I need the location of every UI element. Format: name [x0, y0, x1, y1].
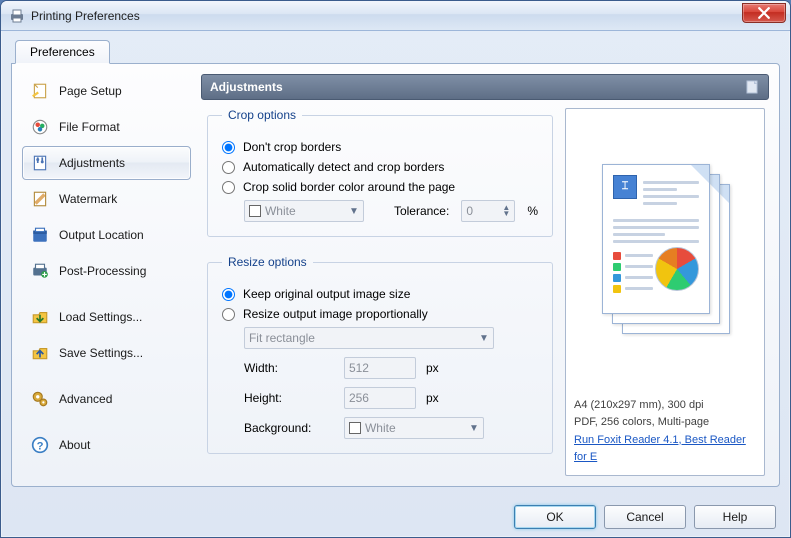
dialog-footer: OK Cancel Help — [1, 497, 790, 537]
tab-label: Preferences — [30, 45, 95, 59]
sidebar-item-watermark[interactable]: Watermark — [22, 182, 191, 216]
ok-label: OK — [546, 510, 563, 524]
sidebar-item-label: Watermark — [59, 192, 117, 206]
sidebar-item-label: About — [59, 438, 90, 452]
tolerance-value: 0 — [466, 204, 473, 218]
window-frame: Printing Preferences Preferences Page Se… — [0, 0, 791, 538]
content-header: Adjustments — [201, 74, 769, 100]
sidebar-item-about[interactable]: ? About — [22, 428, 191, 462]
preview-image: ⌶ — [574, 119, 756, 389]
window-title: Printing Preferences — [31, 9, 140, 23]
crop-options-group: Crop options Don't crop borders Automati… — [207, 108, 553, 237]
resize-legend: Resize options — [222, 255, 313, 269]
width-input[interactable]: 512 — [344, 357, 416, 379]
fit-mode-value: Fit rectangle — [249, 331, 315, 345]
sidebar-item-adjustments[interactable]: Adjustments — [22, 146, 191, 180]
resize-options-group: Resize options Keep original output imag… — [207, 255, 553, 454]
width-value: 512 — [349, 361, 369, 375]
preview-format-info: PDF, 256 colors, Multi-page — [574, 414, 756, 432]
titlebar: Printing Preferences — [1, 1, 790, 31]
sidebar-item-label: Advanced — [59, 392, 112, 406]
sidebar-item-load-settings[interactable]: Load Settings... — [22, 300, 191, 334]
sidebar: Page Setup File Format Adjustments Water… — [22, 74, 191, 476]
cancel-button[interactable]: Cancel — [604, 505, 686, 529]
radio-auto-crop[interactable] — [222, 161, 235, 174]
pie-chart-icon — [655, 247, 699, 291]
chevron-down-icon: ▼ — [349, 206, 359, 217]
preview-app-link[interactable]: Run Foxit Reader 4.1, Best Reader for E — [574, 434, 746, 464]
page-setup-icon — [31, 82, 49, 100]
watermark-icon — [31, 190, 49, 208]
logo-icon: ⌶ — [613, 175, 637, 199]
sidebar-item-label: File Format — [59, 120, 120, 134]
sidebar-item-output-location[interactable]: Output Location — [22, 218, 191, 252]
height-unit: px — [426, 391, 439, 405]
crop-color-value: White — [265, 204, 296, 218]
content-title: Adjustments — [210, 80, 283, 94]
radio-solid-crop-label: Crop solid border color around the page — [243, 180, 455, 194]
content-area: Adjustments Crop options Don't crop bord… — [201, 74, 769, 476]
tolerance-label: Tolerance: — [394, 204, 449, 218]
ok-button[interactable]: OK — [514, 505, 596, 529]
preview-paper-info: A4 (210x297 mm), 300 dpi — [574, 397, 756, 415]
chevron-down-icon: ▼ — [479, 333, 489, 344]
sidebar-item-file-format[interactable]: File Format — [22, 110, 191, 144]
spin-buttons-icon: ▲▼ — [502, 205, 510, 217]
preview-box: ⌶ — [565, 108, 765, 476]
chevron-down-icon: ▼ — [469, 423, 479, 434]
sidebar-item-label: Post-Processing — [59, 264, 146, 278]
sidebar-item-label: Save Settings... — [59, 346, 143, 360]
page-icon — [744, 79, 760, 95]
width-label: Width: — [244, 361, 334, 375]
height-label: Height: — [244, 391, 334, 405]
advanced-icon — [31, 390, 49, 408]
radio-resize-prop-label: Resize output image proportionally — [243, 307, 428, 321]
radio-resize-prop[interactable] — [222, 308, 235, 321]
tab-strip: Preferences — [11, 39, 780, 63]
crop-legend: Crop options — [222, 108, 302, 122]
radio-keep-size-label: Keep original output image size — [243, 287, 410, 301]
save-settings-icon — [31, 344, 49, 362]
radio-no-crop[interactable] — [222, 141, 235, 154]
height-input[interactable]: 256 — [344, 387, 416, 409]
tolerance-spin[interactable]: 0 ▲▼ — [461, 200, 515, 222]
adjustments-icon — [31, 154, 49, 172]
radio-auto-crop-label: Automatically detect and crop borders — [243, 160, 444, 174]
radio-solid-crop[interactable] — [222, 181, 235, 194]
fit-mode-combo[interactable]: Fit rectangle ▼ — [244, 327, 494, 349]
radio-no-crop-label: Don't crop borders — [243, 140, 341, 154]
sidebar-item-page-setup[interactable]: Page Setup — [22, 74, 191, 108]
help-label: Help — [723, 510, 748, 524]
sidebar-item-label: Page Setup — [59, 84, 122, 98]
background-value: White — [365, 421, 396, 435]
cancel-label: Cancel — [626, 510, 663, 524]
sidebar-item-label: Adjustments — [59, 156, 125, 170]
preview-column: ⌶ — [565, 108, 765, 476]
sidebar-item-label: Output Location — [59, 228, 144, 242]
help-button[interactable]: Help — [694, 505, 776, 529]
sidebar-item-advanced[interactable]: Advanced — [22, 382, 191, 416]
svg-text:?: ? — [37, 441, 44, 453]
radio-keep-size[interactable] — [222, 288, 235, 301]
close-button[interactable] — [742, 3, 786, 23]
post-processing-icon — [31, 262, 49, 280]
sidebar-item-post-processing[interactable]: Post-Processing — [22, 254, 191, 288]
output-location-icon — [31, 226, 49, 244]
tolerance-unit: % — [527, 204, 538, 218]
main-panel: Page Setup File Format Adjustments Water… — [11, 63, 780, 487]
height-value: 256 — [349, 391, 369, 405]
sidebar-item-save-settings[interactable]: Save Settings... — [22, 336, 191, 370]
background-combo[interactable]: White ▼ — [344, 417, 484, 439]
about-icon: ? — [31, 436, 49, 454]
background-label: Background: — [244, 421, 334, 435]
width-unit: px — [426, 361, 439, 375]
sidebar-item-label: Load Settings... — [59, 310, 142, 324]
tab-preferences[interactable]: Preferences — [15, 40, 110, 64]
printer-icon — [9, 8, 25, 24]
crop-color-combo[interactable]: White ▼ — [244, 200, 364, 222]
load-settings-icon — [31, 308, 49, 326]
file-format-icon — [31, 118, 49, 136]
